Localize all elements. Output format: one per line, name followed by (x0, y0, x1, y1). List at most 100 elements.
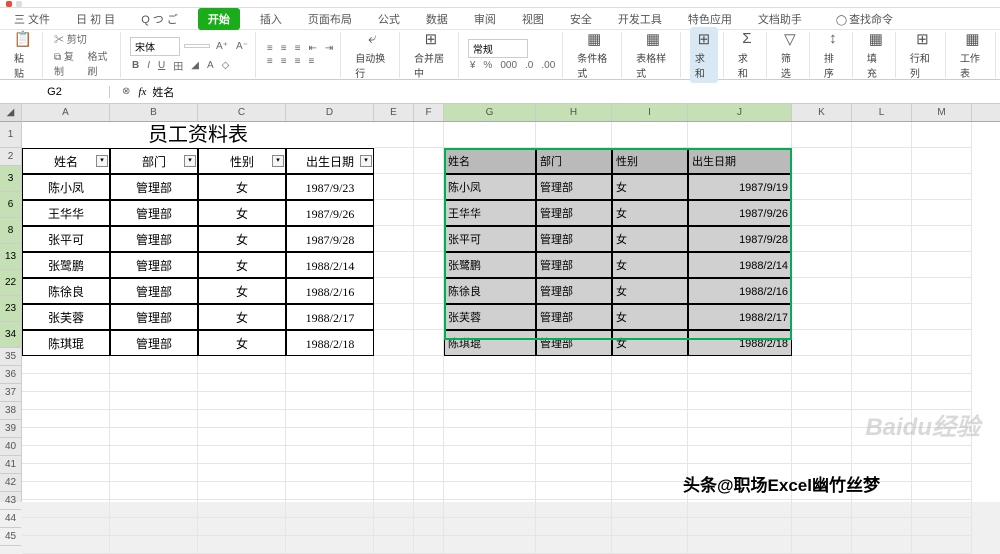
underline-button[interactable]: U (156, 60, 167, 71)
font-select[interactable]: 宋体 (130, 37, 180, 56)
table-header[interactable]: 部门▾ (110, 148, 198, 174)
dec-dec[interactable]: .00 (539, 60, 557, 71)
bold-button[interactable]: B (130, 60, 141, 71)
fx-icon[interactable]: fx (138, 86, 146, 98)
format-painter-button[interactable]: 格式刷 (85, 48, 115, 78)
number-format-select[interactable]: 常规 (468, 39, 528, 58)
table-cell[interactable]: 1988/2/16 (286, 278, 374, 304)
select-all[interactable]: ◢ (0, 104, 21, 122)
table-cell[interactable]: 1988/2/18 (286, 330, 374, 356)
table-cell[interactable]: 1987/9/26 (688, 200, 792, 226)
col-header[interactable]: G (444, 104, 536, 121)
filter-button[interactable]: ▽筛选 (776, 27, 804, 83)
indent-dec[interactable]: ⇤ (306, 43, 318, 54)
table-cell[interactable]: 王华华 (444, 200, 536, 226)
comma-button[interactable]: 000 (498, 60, 519, 71)
row-header[interactable]: 1 (0, 122, 21, 148)
row-header[interactable]: 22 (0, 270, 21, 296)
fill-button[interactable]: ▦填充 (862, 27, 890, 83)
table-cell[interactable]: 1988/2/16 (688, 278, 792, 304)
percent-button[interactable]: % (481, 60, 494, 71)
indent-inc[interactable]: ⇥ (323, 43, 335, 54)
fx-cancel[interactable]: ⊗ (120, 86, 132, 97)
table-cell[interactable]: 管理部 (110, 200, 198, 226)
font-color-button[interactable]: A (205, 60, 216, 71)
align-left[interactable]: ≡ (265, 56, 275, 67)
table-cell[interactable]: 1987/9/28 (688, 226, 792, 252)
row-header[interactable]: 3 (0, 166, 21, 192)
font-size-select[interactable] (184, 44, 210, 48)
table-cell[interactable]: 陈小凤 (22, 174, 110, 200)
table-header[interactable]: 姓名▾ (22, 148, 110, 174)
increase-font[interactable]: A⁺ (214, 41, 230, 52)
table-cell[interactable]: 女 (612, 200, 688, 226)
table-cell[interactable]: 1988/2/17 (286, 304, 374, 330)
table-cell[interactable]: 张平可 (22, 226, 110, 252)
row-header[interactable]: 39 (0, 420, 21, 438)
border-button[interactable]: 田 (171, 58, 185, 73)
table-cell[interactable]: 女 (612, 278, 688, 304)
table-style-button[interactable]: ▦表格样式 (631, 27, 675, 83)
tab-insert[interactable]: 插入 (254, 8, 288, 30)
table-cell[interactable]: 女 (198, 200, 286, 226)
copy-button[interactable]: ⧉ 复制 (52, 48, 81, 78)
table-cell[interactable]: 管理部 (110, 330, 198, 356)
col-header[interactable]: K (792, 104, 852, 121)
paste-button[interactable]: 📋粘贴 (9, 27, 37, 83)
rowcol-button[interactable]: ⊞行和列 (905, 27, 940, 83)
row-header[interactable]: 41 (0, 456, 21, 474)
merge-button[interactable]: ⊞合并居中 (409, 27, 453, 83)
row-header[interactable]: 2 (0, 148, 21, 166)
table-header[interactable]: 出生日期 (688, 148, 792, 174)
col-header[interactable]: J (688, 104, 792, 121)
currency-button[interactable]: ¥ (468, 60, 478, 71)
qat[interactable]: 日 初 目 (70, 8, 121, 30)
table-cell[interactable]: 1988/2/17 (688, 304, 792, 330)
col-header[interactable]: E (374, 104, 414, 121)
name-box[interactable]: G2 (0, 86, 110, 98)
tab-review[interactable]: 审阅 (468, 8, 502, 30)
table-cell[interactable]: 陈徐良 (22, 278, 110, 304)
table-cell[interactable]: 女 (612, 330, 688, 356)
align-center[interactable]: ≡ (279, 56, 289, 67)
table-cell[interactable]: 女 (198, 226, 286, 252)
row-header[interactable]: 13 (0, 244, 21, 270)
italic-button[interactable]: I (145, 60, 152, 71)
col-header[interactable]: C (198, 104, 286, 121)
clear-button[interactable]: ◇ (220, 60, 232, 71)
row-header[interactable]: 40 (0, 438, 21, 456)
col-header[interactable]: L (852, 104, 912, 121)
row-header[interactable]: 6 (0, 192, 21, 218)
table-header[interactable]: 性别▾ (198, 148, 286, 174)
col-header[interactable]: F (414, 104, 444, 121)
table-header[interactable]: 出生日期▾ (286, 148, 374, 174)
align-bot[interactable]: ≡ (293, 43, 303, 54)
row-header[interactable]: 34 (0, 322, 21, 348)
col-header[interactable]: H (536, 104, 612, 121)
table-cell[interactable]: 管理部 (536, 304, 612, 330)
table-cell[interactable]: 管理部 (536, 174, 612, 200)
table-header[interactable]: 姓名 (444, 148, 536, 174)
row-header[interactable]: 23 (0, 296, 21, 322)
table-cell[interactable]: 陈琪琨 (22, 330, 110, 356)
sum-button[interactable]: ⊞求和 (690, 27, 718, 83)
table-cell[interactable]: 管理部 (110, 252, 198, 278)
table-cell[interactable]: 女 (198, 278, 286, 304)
formula-input[interactable]: 姓名 (152, 84, 174, 100)
table-cell[interactable]: 张平可 (444, 226, 536, 252)
table-cell[interactable]: 女 (612, 252, 688, 278)
align-right[interactable]: ≡ (293, 56, 303, 67)
col-header[interactable]: D (286, 104, 374, 121)
tab-home[interactable]: 开始 (198, 8, 240, 30)
col-header[interactable]: M (912, 104, 972, 121)
align-mid[interactable]: ≡ (279, 43, 289, 54)
table-cell[interactable]: 陈小凤 (444, 174, 536, 200)
autosum-button[interactable]: Σ求和 (733, 27, 761, 83)
row-header[interactable]: 44 (0, 510, 21, 528)
table-cell[interactable]: 女 (612, 174, 688, 200)
table-cell[interactable]: 张鹭鹏 (22, 252, 110, 278)
table-cell[interactable]: 女 (198, 330, 286, 356)
table-cell[interactable]: 管理部 (536, 330, 612, 356)
table-cell[interactable]: 1987/9/19 (688, 174, 792, 200)
wrap-button[interactable]: ⤶自动换行 (350, 27, 394, 83)
